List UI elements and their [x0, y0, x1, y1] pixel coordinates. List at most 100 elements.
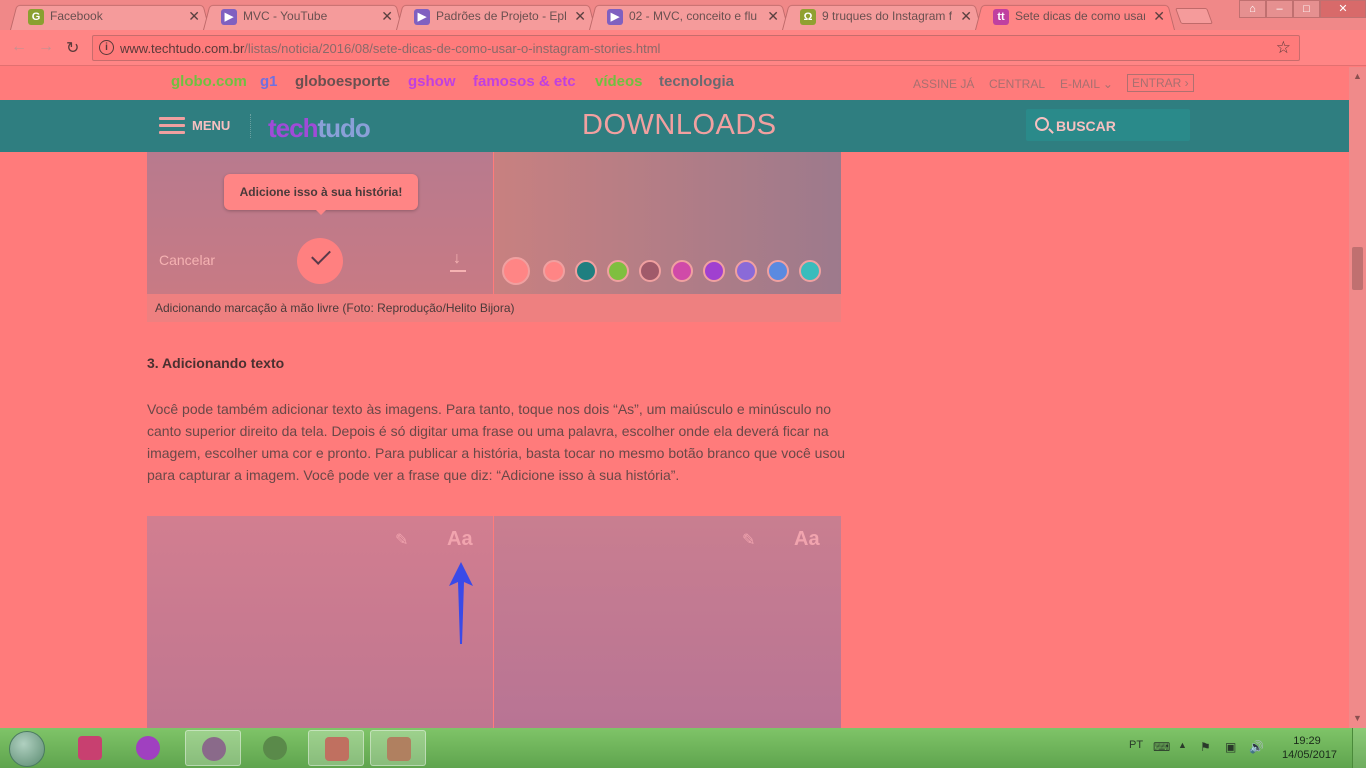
browser-tab-strip: G Facebook ✕ ▶ MVC - YouTube ✕ ▶ Padrões… — [0, 0, 1366, 31]
page-scrollbar[interactable]: ▲ ▼ — [1349, 67, 1366, 728]
videos-link[interactable]: vídeos — [595, 73, 643, 90]
tab-close-icon[interactable]: ✕ — [574, 8, 586, 25]
bookmark-star-icon[interactable]: ☆ — [1276, 38, 1291, 58]
tab-title: Padrões de Projeto - Epl — [436, 9, 566, 23]
clock-time: 19:29 — [1293, 735, 1321, 747]
screenshot-left-panel: Adicione isso à sua história! Cancelar ↓ — [147, 152, 493, 294]
email-link[interactable]: E-MAIL ⌄ — [1060, 77, 1113, 91]
forward-arrow-icon[interactable]: → — [38, 38, 54, 56]
color-swatch — [671, 260, 693, 282]
tab-padroes-projeto[interactable]: ▶ Padrões de Projeto - Epl ✕ — [396, 3, 596, 31]
section-title[interactable]: DOWNLOADS — [582, 109, 777, 142]
techtudo-logo[interactable]: techtudo — [268, 113, 371, 144]
url-domain: www.techtudo.com.br — [120, 41, 245, 56]
tab-instagram-truques[interactable]: Ω 9 truques do Instagram f ✕ — [782, 3, 982, 31]
cancel-label: Cancelar — [159, 252, 216, 268]
tab-title: 02 - MVC, conceito e flu — [629, 9, 758, 23]
youtube-favicon-icon: ▶ — [607, 9, 623, 25]
back-arrow-icon[interactable]: ← — [11, 38, 27, 56]
info-icon[interactable]: i — [99, 40, 114, 55]
search-button[interactable]: BUSCAR — [1026, 109, 1190, 141]
color-swatch — [543, 260, 565, 282]
header-divider — [250, 114, 251, 138]
famosos-link[interactable]: famosos & etc — [473, 73, 576, 90]
tab-sete-dicas[interactable]: tt Sete dicas de como usar ✕ — [975, 3, 1175, 31]
action-center-flag-icon[interactable]: ⚑ — [1200, 740, 1214, 754]
tab-close-icon[interactable]: ✕ — [1153, 8, 1165, 25]
tab-close-icon[interactable]: ✕ — [188, 8, 200, 25]
download-icon: ↓ — [450, 250, 466, 272]
taskbar-chrome[interactable] — [185, 730, 241, 766]
network-icon[interactable]: ▣ — [1225, 740, 1239, 754]
minimize-button[interactable]: – — [1266, 0, 1293, 18]
screenshot-left-panel: ✎ Aa — [147, 516, 493, 728]
taskbar-internet-explorer[interactable] — [247, 730, 303, 766]
facebook-favicon-icon: G — [28, 9, 44, 25]
subscribe-link[interactable]: ASSINE JÁ — [913, 77, 974, 91]
url-text[interactable]: www.techtudo.com.br/listas/noticia/2016/… — [120, 41, 660, 56]
scroll-down-arrow-icon[interactable]: ▼ — [1353, 713, 1362, 723]
color-swatch — [799, 260, 821, 282]
text-tool-icon: Aa — [794, 528, 820, 550]
window-controls: ⌂ – □ ✕ — [1239, 0, 1366, 18]
email-label: E-MAIL — [1060, 77, 1100, 91]
tecnologia-link[interactable]: tecnologia — [659, 73, 734, 90]
new-tab-button[interactable] — [1175, 8, 1213, 24]
reload-icon[interactable]: ↻ — [66, 38, 79, 58]
scroll-up-arrow-icon[interactable]: ▲ — [1353, 71, 1362, 81]
address-bar[interactable]: i www.techtudo.com.br/listas/noticia/201… — [92, 35, 1300, 61]
login-button[interactable]: ENTRAR › — [1127, 74, 1194, 92]
taskbar-image-viewer[interactable] — [370, 730, 426, 766]
taskbar-file-explorer[interactable] — [62, 730, 118, 766]
central-link[interactable]: CENTRAL — [989, 77, 1045, 91]
youtube-favicon-icon: ▶ — [414, 9, 430, 25]
url-path: /listas/noticia/2016/08/sete-dicas-de-co… — [244, 41, 661, 56]
globo-link[interactable]: globo.com — [171, 73, 247, 90]
image-viewer-icon — [387, 737, 411, 761]
tab-title: MVC - YouTube — [243, 9, 328, 23]
language-indicator[interactable]: PT — [1129, 739, 1143, 751]
color-swatch — [607, 260, 629, 282]
globoesporte-link[interactable]: globoesporte — [295, 73, 390, 90]
menu-button[interactable]: MENU — [192, 118, 230, 133]
g1-link[interactable]: g1 — [260, 73, 278, 90]
checkmark-icon — [297, 238, 343, 284]
text-tool-icon: Aa — [447, 528, 473, 550]
arrow-up-icon — [449, 562, 473, 644]
site-favicon-icon: Ω — [800, 9, 816, 25]
screenshot-right-panel: ✎ Aa — [494, 516, 841, 728]
volume-icon[interactable]: 🔊 — [1249, 740, 1264, 754]
add-to-story-tooltip: Adicione isso à sua história! — [224, 174, 418, 215]
logo-part-tudo: tudo — [317, 113, 370, 143]
hamburger-menu-icon[interactable] — [159, 117, 185, 138]
maximize-button[interactable]: □ — [1293, 0, 1320, 18]
start-button[interactable] — [9, 731, 45, 767]
color-swatch — [735, 260, 757, 282]
folder-icon — [78, 736, 102, 760]
gshow-link[interactable]: gshow — [408, 73, 456, 90]
media-player-icon — [136, 736, 160, 760]
color-swatch — [767, 260, 789, 282]
taskbar-paint[interactable] — [308, 730, 364, 766]
tab-mvc-conceito[interactable]: ▶ 02 - MVC, conceito e flu ✕ — [589, 3, 789, 31]
chrome-icon — [202, 737, 226, 761]
logo-part-tech: tech — [268, 113, 318, 143]
user-icon[interactable]: ⌂ — [1239, 0, 1266, 18]
close-window-button[interactable]: ✕ — [1320, 0, 1366, 18]
system-clock[interactable]: 19:29 14/05/2017 — [1282, 734, 1337, 762]
tab-mvc-youtube[interactable]: ▶ MVC - YouTube ✕ — [203, 3, 403, 31]
tab-close-icon[interactable]: ✕ — [960, 8, 972, 25]
scrollbar-thumb[interactable] — [1352, 247, 1363, 290]
tab-title: Sete dicas de como usar — [1015, 9, 1145, 23]
keyboard-icon[interactable]: ⌨ — [1153, 740, 1170, 754]
tab-close-icon[interactable]: ✕ — [381, 8, 393, 25]
show-hidden-icons-icon[interactable]: ▲ — [1178, 740, 1192, 754]
taskbar-media-player[interactable] — [120, 730, 176, 766]
tab-close-icon[interactable]: ✕ — [767, 8, 779, 25]
show-desktop-button[interactable] — [1352, 728, 1366, 768]
color-swatch — [502, 257, 530, 285]
section-heading: 3. Adicionando texto — [147, 355, 285, 371]
tab-facebook[interactable]: G Facebook ✕ — [10, 3, 210, 31]
browser-toolbar: ← → ↻ i www.techtudo.com.br/listas/notic… — [0, 30, 1366, 92]
internet-explorer-icon — [263, 736, 287, 760]
